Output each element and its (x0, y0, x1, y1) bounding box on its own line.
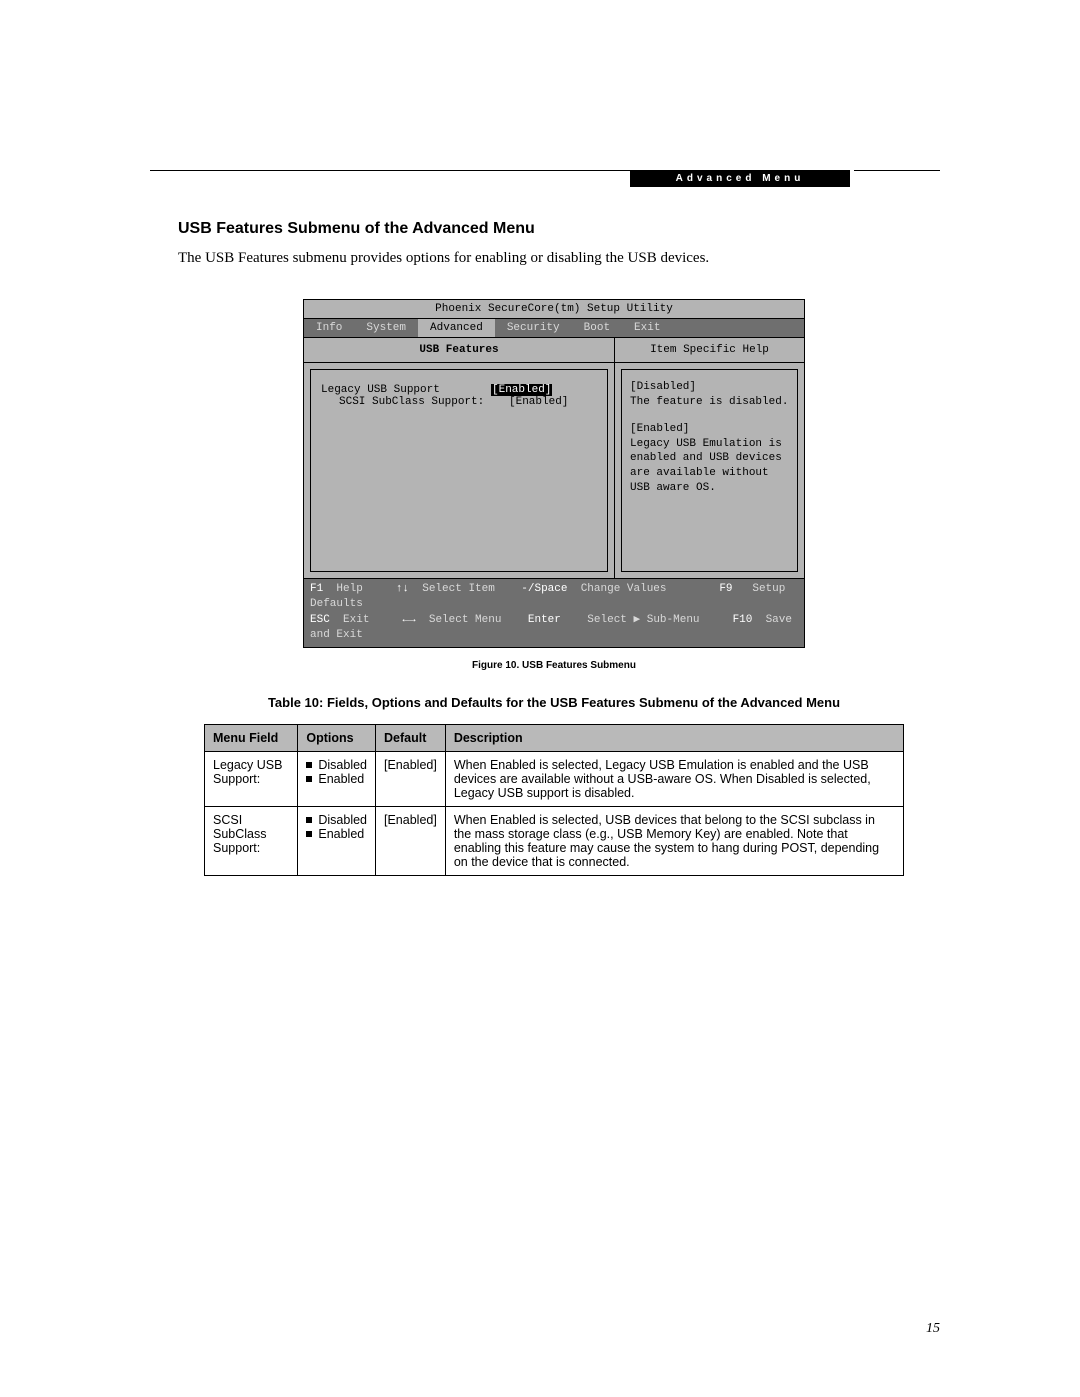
footer-label: Help (336, 583, 362, 595)
option-label: Enabled (318, 827, 364, 841)
col-header-field: Menu Field (205, 724, 298, 751)
intro-text: The USB Features submenu provides option… (178, 248, 930, 269)
footer-key: -/Space (521, 583, 567, 595)
bios-help-heading: Item Specific Help (615, 338, 804, 363)
help-block-text: The feature is disabled. (630, 395, 789, 410)
footer-label: Change Values (581, 583, 667, 595)
option-label: Disabled (318, 813, 367, 827)
bullet-icon (306, 831, 312, 837)
bios-title: Phoenix SecureCore(tm) Setup Utility (304, 300, 804, 319)
footer-key: Enter (528, 614, 561, 626)
bios-options-panel: Legacy USB Support [Enabled] SCSI SubCla… (310, 369, 608, 572)
bios-option-row[interactable]: SCSI SubClass Support: [Enabled] (321, 396, 597, 408)
bios-help-panel: [Disabled] The feature is disabled. [Ena… (621, 369, 798, 572)
bios-menu-info[interactable]: Info (304, 319, 354, 337)
page-number: 15 (926, 1321, 940, 1337)
col-header-options: Options (298, 724, 376, 751)
footer-key: F9 (719, 583, 732, 595)
bullet-icon (306, 817, 312, 823)
cell-default: [Enabled] (376, 751, 446, 806)
footer-label: Exit (343, 614, 369, 626)
bullet-icon (306, 762, 312, 768)
bios-option-label: Legacy USB Support (321, 384, 491, 396)
bios-menu-security[interactable]: Security (495, 319, 572, 337)
bios-option-label: SCSI SubClass Support: (339, 396, 509, 408)
bios-screenshot: Phoenix SecureCore(tm) Setup Utility Inf… (303, 299, 805, 648)
section-bar: Advanced Menu (630, 170, 850, 187)
col-header-description: Description (445, 724, 903, 751)
footer-key: ESC (310, 614, 330, 626)
figure-caption: Figure 10. USB Features Submenu (178, 660, 930, 671)
help-block-text: Legacy USB Emulation is enabled and USB … (630, 437, 789, 496)
table-row: SCSI SubClass Support: Disabled Enabled … (205, 806, 904, 875)
cell-options: Disabled Enabled (298, 751, 376, 806)
footer-label: Select ▶ Sub-Menu (587, 614, 699, 626)
cell-default: [Enabled] (376, 806, 446, 875)
header-rule-right (854, 170, 940, 171)
footer-label: Select Item (422, 583, 495, 595)
footer-key: F10 (733, 614, 753, 626)
bios-left-heading: USB Features (304, 338, 614, 363)
option-label: Enabled (318, 772, 364, 786)
bios-menu-advanced[interactable]: Advanced (418, 319, 495, 337)
bios-option-value[interactable]: [Enabled] (491, 384, 552, 396)
cell-description: When Enabled is selected, Legacy USB Emu… (445, 751, 903, 806)
bios-option-value[interactable]: [Enabled] (509, 396, 568, 408)
help-block-title: [Disabled] (630, 380, 789, 395)
cell-field: Legacy USB Support: (205, 751, 298, 806)
bios-option-row[interactable]: Legacy USB Support [Enabled] (321, 384, 597, 396)
page-heading: USB Features Submenu of the Advanced Men… (178, 220, 930, 238)
help-block-title: [Enabled] (630, 422, 789, 437)
col-header-default: Default (376, 724, 446, 751)
option-label: Disabled (318, 758, 367, 772)
bios-menubar: Info System Advanced Security Boot Exit (304, 319, 804, 338)
bios-menu-boot[interactable]: Boot (572, 319, 622, 337)
cell-description: When Enabled is selected, USB devices th… (445, 806, 903, 875)
cell-field: SCSI SubClass Support: (205, 806, 298, 875)
bios-menu-exit[interactable]: Exit (622, 319, 672, 337)
table-title: Table 10: Fields, Options and Defaults f… (178, 695, 930, 710)
cell-options: Disabled Enabled (298, 806, 376, 875)
bios-footer: F1 Help ↑↓ Select Item -/Space Change Va… (304, 578, 804, 647)
footer-key: F1 (310, 583, 323, 595)
footer-key: ↑↓ (396, 583, 409, 595)
options-table: Menu Field Options Default Description L… (204, 724, 904, 876)
footer-label: Select Menu (429, 614, 502, 626)
bios-menu-system[interactable]: System (354, 319, 418, 337)
footer-key: ←→ (402, 614, 415, 626)
table-row: Legacy USB Support: Disabled Enabled [En… (205, 751, 904, 806)
bullet-icon (306, 776, 312, 782)
